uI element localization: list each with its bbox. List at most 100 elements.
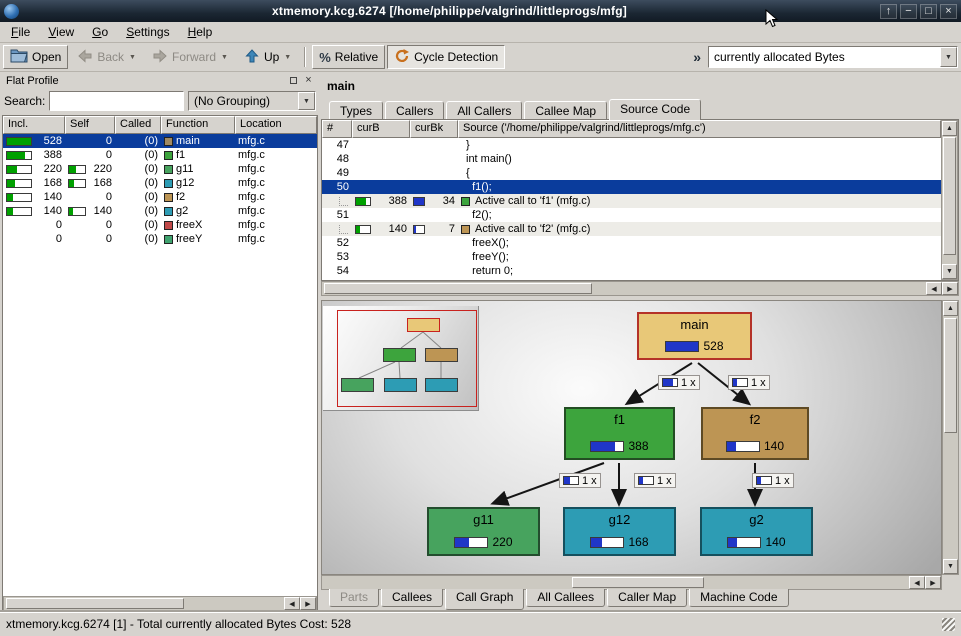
line-number: 53 xyxy=(337,251,349,264)
menu-item-file[interactable]: File xyxy=(2,22,39,42)
source-line-row[interactable]: 52 freeX(); xyxy=(322,236,941,250)
scroll-left-button[interactable]: ◀ xyxy=(926,282,942,295)
graph-node-f2[interactable]: f2140 xyxy=(701,407,809,460)
titlebar[interactable]: xtmemory.kcg.6274 [/home/philippe/valgri… xyxy=(0,0,961,22)
tab-caller-map[interactable]: Caller Map xyxy=(607,589,687,607)
flat-profile-row-f2[interactable]: 1400(0)f2mfg.c xyxy=(3,190,317,204)
tab-source-code[interactable]: Source Code xyxy=(609,99,701,120)
flat-profile-row-freeX[interactable]: 00(0)freeXmfg.c xyxy=(3,218,317,232)
source-line-row[interactable]: 48int main() xyxy=(322,152,941,166)
combo-dropdown-icon[interactable]: ▼ xyxy=(940,47,957,67)
dock-float-button[interactable] xyxy=(286,74,301,87)
flat-profile-row-g11[interactable]: 220220(0)g11mfg.c xyxy=(3,162,317,176)
menu-item-view[interactable]: View xyxy=(39,22,83,42)
scroll-up-button[interactable]: ▲ xyxy=(942,121,957,136)
up-dropdown-icon[interactable]: ▼ xyxy=(284,54,291,61)
close-button[interactable]: × xyxy=(940,4,957,19)
graph-vscrollbar[interactable]: ▲ ▼ xyxy=(942,300,959,575)
forward-dropdown-icon[interactable]: ▼ xyxy=(221,54,228,61)
scroll-left-button[interactable]: ◀ xyxy=(909,576,925,589)
search-input[interactable] xyxy=(49,91,184,111)
tab-all-callees[interactable]: All Callees xyxy=(526,589,605,607)
tab-call-graph[interactable]: Call Graph xyxy=(445,589,524,610)
dock-close-button[interactable]: × xyxy=(301,74,316,87)
up-button[interactable]: Up ▼ xyxy=(237,45,298,69)
scroll-right-button[interactable]: ▶ xyxy=(925,576,941,589)
function-name: main xyxy=(176,135,200,148)
source-column-header-2[interactable]: curBk xyxy=(410,120,458,138)
column-header-self[interactable]: Self xyxy=(65,116,115,134)
column-header-called[interactable]: Called xyxy=(115,116,161,134)
back-button[interactable]: Back ▼ xyxy=(70,45,143,69)
graph-hscrollbar[interactable]: ◀ ▶ xyxy=(321,575,942,590)
source-line-row[interactable]: 50 f1(); xyxy=(322,180,941,194)
tab-callees[interactable]: Callees xyxy=(381,589,443,607)
source-line-row[interactable]: 47} xyxy=(322,138,941,152)
scrollbar-thumb[interactable] xyxy=(324,283,592,294)
scrollbar-thumb[interactable] xyxy=(572,577,704,588)
cycle-detection-button[interactable]: Cycle Detection xyxy=(387,45,505,69)
tab-all-callers[interactable]: All Callers xyxy=(446,101,522,119)
graph-node-g2[interactable]: g2140 xyxy=(700,507,813,556)
flat-profile-row-freeY[interactable]: 00(0)freeYmfg.c xyxy=(3,232,317,246)
scroll-up-button[interactable]: ▲ xyxy=(943,301,958,316)
relative-toggle-button[interactable]: % Relative xyxy=(312,45,385,69)
minimize-button[interactable]: − xyxy=(900,4,917,19)
graph-canvas[interactable]: main528f1388f2140g11220g12168g21401 x1 x… xyxy=(321,300,942,575)
graph-node-g12[interactable]: g12168 xyxy=(563,507,676,556)
source-line-row[interactable]: 49{ xyxy=(322,166,941,180)
column-header-function[interactable]: Function xyxy=(161,116,235,134)
event-type-combobox[interactable]: currently allocated Bytes ▼ xyxy=(708,46,958,68)
scrollbar-thumb[interactable] xyxy=(944,318,957,433)
dock-titlebar[interactable]: Flat Profile × xyxy=(2,72,318,89)
source-line-row[interactable]: 54 return 0; xyxy=(322,264,941,278)
flat-profile-hscrollbar[interactable]: ◀ ▶ xyxy=(3,596,317,611)
menu-item-help[interactable]: Help xyxy=(179,22,222,42)
scrollbar-thumb[interactable] xyxy=(943,137,956,255)
scroll-down-button[interactable]: ▼ xyxy=(943,559,958,574)
toolbar-overflow-button[interactable]: » xyxy=(688,49,706,65)
flat-profile-row-f1[interactable]: 3880(0)f1mfg.c xyxy=(3,148,317,162)
graph-node-g11[interactable]: g11220 xyxy=(427,507,540,556)
location-value: mfg.c xyxy=(238,219,265,232)
active-call-row[interactable]: 1407Active call to 'f2' (mfg.c) xyxy=(322,222,941,236)
maximize-button[interactable]: □ xyxy=(920,4,937,19)
scrollbar-thumb[interactable] xyxy=(6,598,184,609)
shade-button[interactable]: ↑ xyxy=(880,4,897,19)
source-hscrollbar[interactable]: ◀ ▶ xyxy=(321,281,959,296)
column-header-incl[interactable]: Incl. xyxy=(3,116,65,134)
tab-machine-code[interactable]: Machine Code xyxy=(689,589,788,607)
scrollbar-track[interactable] xyxy=(942,136,957,264)
menu-item-go[interactable]: Go xyxy=(83,22,117,42)
scroll-left-button[interactable]: ◀ xyxy=(284,597,300,610)
column-header-location[interactable]: Location xyxy=(235,116,317,134)
tab-callers[interactable]: Callers xyxy=(385,101,444,119)
source-column-header-0[interactable]: # xyxy=(322,120,352,138)
tab-types[interactable]: Types xyxy=(329,101,383,119)
active-call-row[interactable]: 38834Active call to 'f1' (mfg.c) xyxy=(322,194,941,208)
grouping-combobox[interactable]: (No Grouping) ▼ xyxy=(188,91,316,111)
source-column-header-3[interactable]: Source ('/home/philippe/valgrind/littlep… xyxy=(458,120,941,138)
flat-profile-row-g2[interactable]: 140140(0)g2mfg.c xyxy=(3,204,317,218)
source-line-row[interactable]: 51 f2(); xyxy=(322,208,941,222)
source-vscrollbar[interactable]: ▲ ▼ xyxy=(941,120,958,280)
flat-profile-row-g12[interactable]: 168168(0)g12mfg.c xyxy=(3,176,317,190)
scroll-right-button[interactable]: ▶ xyxy=(942,282,958,295)
tab-parts[interactable]: Parts xyxy=(329,589,379,607)
forward-button[interactable]: Forward ▼ xyxy=(145,45,235,69)
flat-profile-row-main[interactable]: 5280(0)mainmfg.c xyxy=(3,134,317,148)
scroll-right-button[interactable]: ▶ xyxy=(300,597,316,610)
open-button[interactable]: Open xyxy=(3,45,68,69)
graph-node-f1[interactable]: f1388 xyxy=(564,407,675,460)
back-dropdown-icon[interactable]: ▼ xyxy=(129,54,136,61)
function-color-icon xyxy=(164,137,173,146)
source-line-row[interactable]: 53 freeY(); xyxy=(322,250,941,264)
scrollbar-track[interactable] xyxy=(943,316,958,559)
scroll-down-button[interactable]: ▼ xyxy=(942,264,957,279)
tab-callee-map[interactable]: Callee Map xyxy=(524,101,607,119)
combo-dropdown-icon[interactable]: ▼ xyxy=(298,92,315,110)
menu-item-settings[interactable]: Settings xyxy=(117,22,178,42)
graph-node-main[interactable]: main528 xyxy=(637,312,752,360)
source-column-header-1[interactable]: curB xyxy=(352,120,410,138)
resize-grip[interactable] xyxy=(942,618,955,631)
